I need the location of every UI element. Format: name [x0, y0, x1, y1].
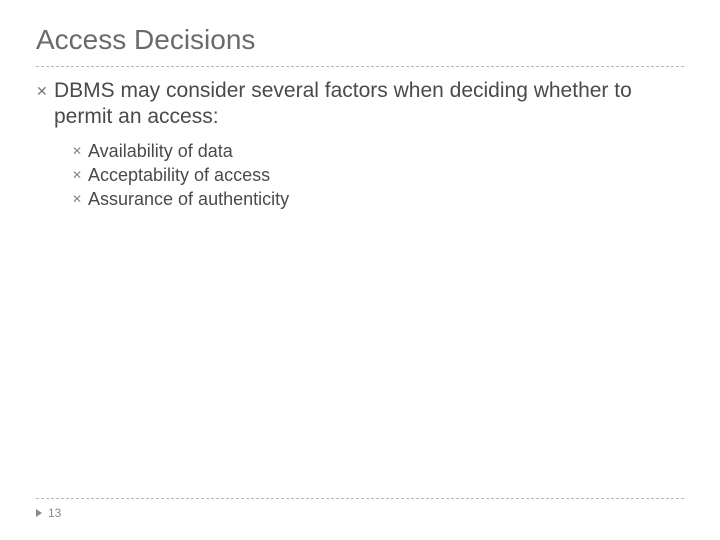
divider-bottom	[36, 498, 684, 499]
list-item: ✕ Assurance of authenticity	[72, 188, 684, 210]
list-item: ✕ Availability of data	[72, 140, 684, 162]
sub-bullet-list: ✕ Availability of data ✕ Acceptability o…	[72, 140, 684, 210]
play-icon	[36, 509, 42, 517]
slide: Access Decisions ✕ DBMS may consider sev…	[0, 0, 720, 540]
lead-text: DBMS may consider several factors when d…	[54, 78, 684, 130]
lead-bullet-row: ✕ DBMS may consider several factors when…	[36, 78, 684, 130]
content-area: ✕ DBMS may consider several factors when…	[36, 78, 684, 212]
divider-top	[36, 66, 684, 67]
bullet-icon: ✕	[36, 78, 54, 104]
sub-text: Availability of data	[88, 140, 233, 162]
slide-title: Access Decisions	[36, 24, 255, 56]
bullet-icon: ✕	[72, 140, 88, 162]
page-number: 13	[48, 506, 61, 520]
bullet-icon: ✕	[72, 188, 88, 210]
bullet-icon: ✕	[72, 164, 88, 186]
sub-text: Acceptability of access	[88, 164, 270, 186]
list-item: ✕ Acceptability of access	[72, 164, 684, 186]
footer: 13	[36, 506, 61, 520]
sub-text: Assurance of authenticity	[88, 188, 289, 210]
